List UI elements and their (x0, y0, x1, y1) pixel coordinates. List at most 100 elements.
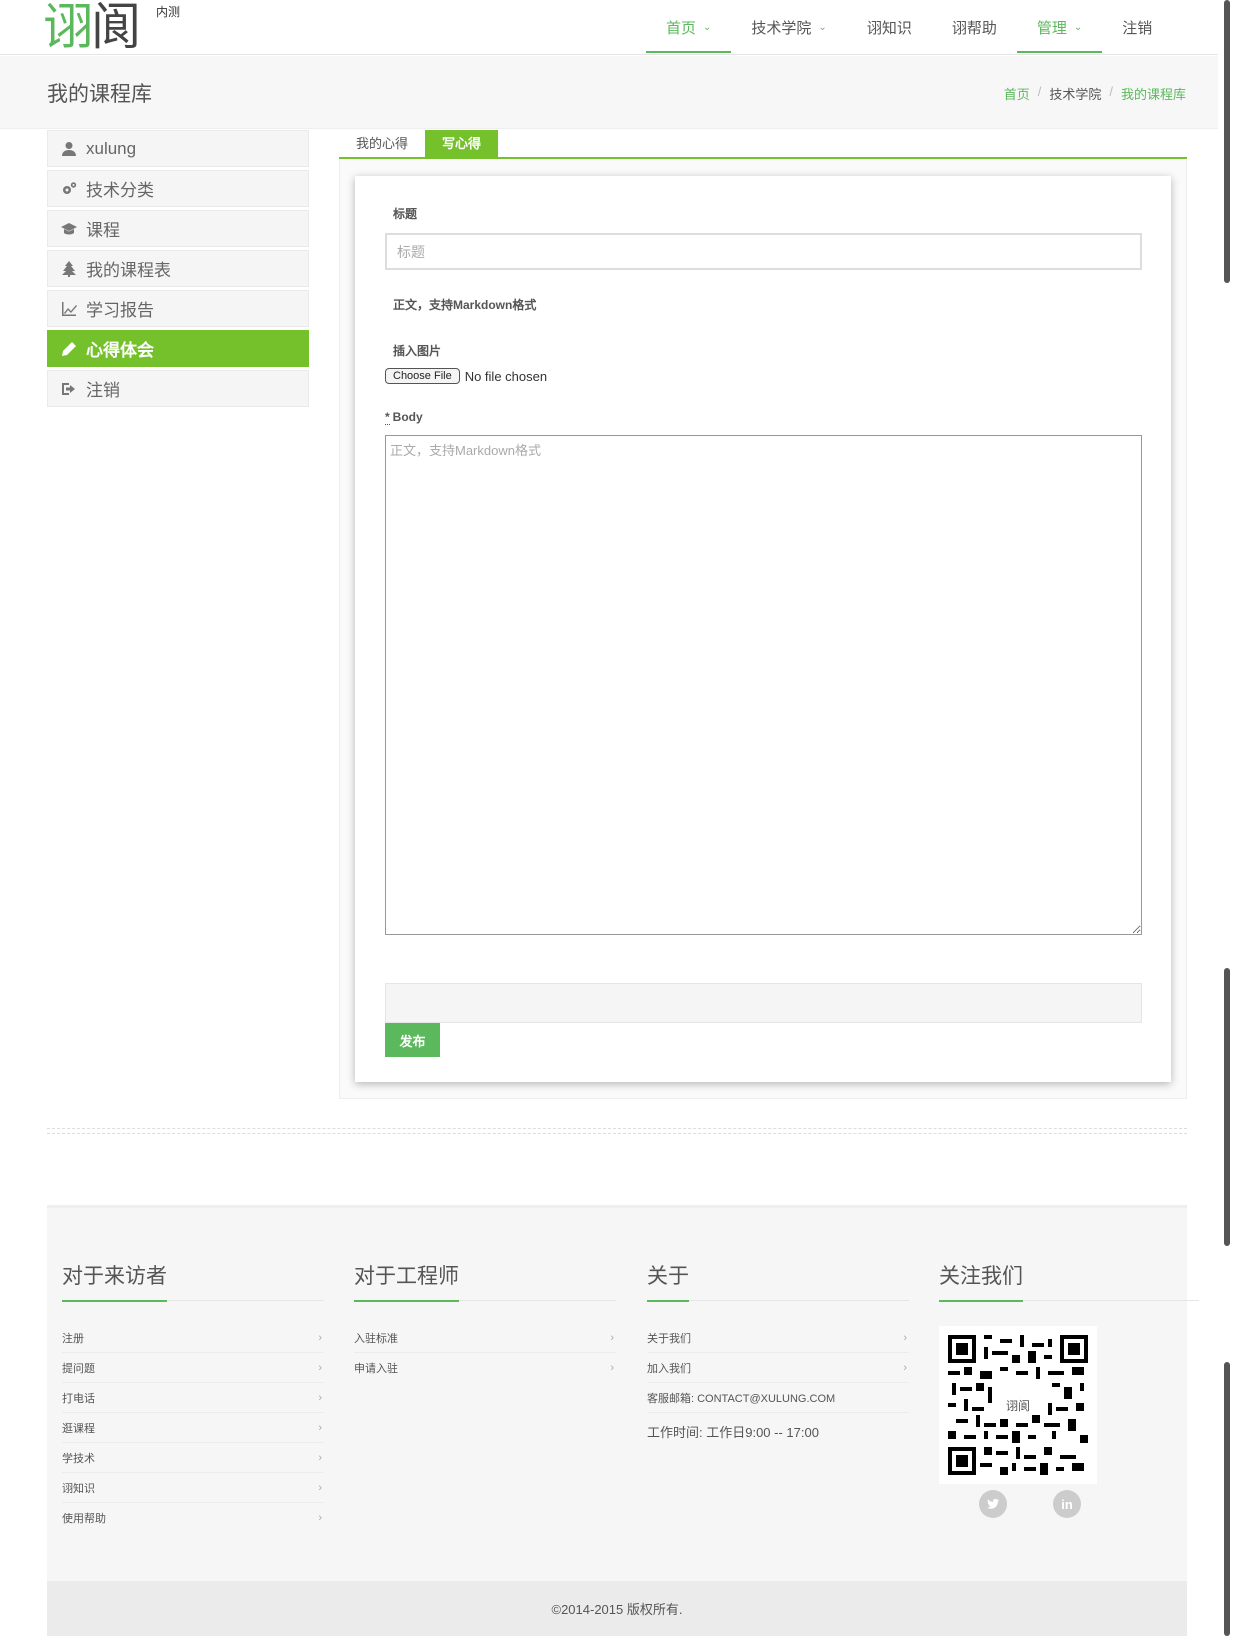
tab-write-reflection[interactable]: 写心得 (425, 130, 499, 157)
twitter-icon[interactable] (979, 1490, 1007, 1518)
nav-logout[interactable]: 注销 (1102, 0, 1172, 55)
qr-center-logo: 诩阆 (1001, 1395, 1035, 1415)
footer-link[interactable]: 学技术 › (62, 1443, 324, 1473)
insert-image-label: 插入图片 (393, 344, 442, 358)
chevron-right-icon: › (318, 1331, 322, 1344)
title-label: 标题 (393, 207, 418, 221)
footer-link[interactable]: 提问题 › (62, 1353, 324, 1383)
nav-help[interactable]: 诩帮助 (932, 0, 1017, 55)
chevron-right-icon: › (318, 1391, 322, 1404)
scrollbar-thumb[interactable] (1224, 0, 1230, 283)
nav-logout-label: 注销 (1122, 20, 1153, 37)
sidebar-item-reflections[interactable]: 心得体会 (47, 330, 309, 367)
footer: 对于来访者 注册 › 提问题 › 打电话 › 逛课程 › 学技术 › 诩知识 › 使用帮助 ›… (47, 1205, 1199, 1581)
breadcrumb-current: 我的课程库 (1120, 87, 1186, 102)
chevron-down-icon: ⌄ (818, 22, 827, 33)
nav-knowledge-label: 诩知识 (866, 20, 912, 37)
nav-knowledge[interactable]: 诩知识 (847, 0, 932, 55)
nav-home[interactable]: 首页 ⌄ (646, 0, 732, 55)
footer-link[interactable]: 使用帮助 › (62, 1503, 324, 1533)
footer-link[interactable]: 打电话 › (62, 1383, 324, 1413)
top-header: 诩阆 内测 首页 ⌄ 技术学院 ⌄ 诩知识 诩帮助 管理 ⌄ 注销 (0, 0, 1218, 55)
site-logo[interactable]: 诩阆 (43, 2, 141, 52)
nav-tech-academy-label: 技术学院 (751, 20, 812, 37)
chevron-right-icon: › (610, 1331, 614, 1344)
sign-out-icon (58, 381, 80, 397)
sidebar-item-my-schedule[interactable]: 我的课程表 (47, 250, 309, 287)
footer-link[interactable]: 入驻标准 › (354, 1323, 616, 1353)
footer-link-text: 加入我们 (647, 1362, 691, 1375)
breadcrumb-home[interactable]: 首页 (1004, 84, 1030, 103)
scrollbar-thumb[interactable] (1224, 968, 1230, 1246)
body-textarea[interactable] (385, 435, 1142, 935)
sidebar-item-study-report[interactable]: 学习报告 (47, 290, 309, 327)
footer-heading: 关注我们 (939, 1260, 1199, 1302)
choose-file-button[interactable]: Choose File (385, 368, 460, 384)
chevron-down-icon: ⌄ (1073, 22, 1083, 33)
sidebar-item-courses[interactable]: 课程 (47, 210, 309, 247)
file-upload: Choose File No file chosen (385, 368, 547, 384)
footer-col-visitors: 对于来访者 注册 › 提问题 › 打电话 › 逛课程 › 学技术 › 诩知识 › 使用帮助 › (62, 1260, 324, 1533)
beta-badge: 内测 (156, 5, 181, 19)
user-icon (58, 141, 80, 157)
pencil-icon (58, 341, 80, 357)
page-title: 我的课程库 (47, 83, 152, 106)
footer-link[interactable]: 加入我们 › (647, 1353, 909, 1383)
chevron-right-icon: › (318, 1512, 322, 1524)
sidebar-item-logout[interactable]: 注销 (47, 370, 309, 407)
chevron-right-icon: › (318, 1481, 322, 1494)
footer-links: 关于我们 › 加入我们 › 客服邮箱: CONTACT@XULUNG.COM 工作时… (647, 1323, 909, 1449)
nav-manage[interactable]: 管理 ⌄ (1016, 0, 1103, 55)
footer-link[interactable]: 诩知识 › (62, 1473, 324, 1503)
sidebar-item-user[interactable]: xulung (47, 130, 309, 167)
contact-email: 客服邮箱: CONTACT@XULUNG.COM (647, 1383, 909, 1413)
sidebar-item-label: 课程 (86, 221, 120, 240)
body-hint-label: 正文，支持Markdown格式 (393, 298, 537, 312)
footer-heading-text: 关于 (647, 1260, 689, 1302)
footer-links: 入驻标准 › 申请入驻 › (354, 1323, 616, 1383)
footer-col-follow: 关注我们 诩阆 in (939, 1260, 1199, 1518)
line-chart-icon (58, 301, 80, 317)
footer-link[interactable]: 申请入驻 › (354, 1353, 616, 1383)
copyright: ©2014-2015 版权所有. (47, 1581, 1187, 1636)
graduation-cap-icon (58, 221, 80, 237)
footer-link-text: 使用帮助 (62, 1513, 106, 1525)
main-nav: 首页 ⌄ 技术学院 ⌄ 诩知识 诩帮助 管理 ⌄ 注销 (646, 0, 1172, 55)
scrollbar-thumb[interactable] (1224, 1362, 1230, 1636)
breadcrumb-tech-academy[interactable]: 技术学院 (1049, 84, 1101, 103)
sidebar-item-label: 我的课程表 (86, 261, 171, 280)
section-divider (47, 1128, 1187, 1134)
sidebar-item-label: 学习报告 (86, 301, 154, 320)
footer-link[interactable]: 逛课程 › (62, 1413, 324, 1443)
nav-home-label: 首页 (666, 20, 697, 37)
chevron-right-icon: › (318, 1421, 322, 1434)
footer-link-text: 入驻标准 (354, 1332, 398, 1345)
breadcrumb: 首页 / 技术学院 / 我的课程库 (1004, 84, 1186, 103)
nav-help-label: 诩帮助 (951, 20, 997, 37)
footer-link-text: 打电话 (62, 1392, 95, 1405)
gears-icon (58, 181, 80, 197)
footer-link[interactable]: 注册 › (62, 1323, 324, 1353)
title-input[interactable] (385, 233, 1142, 270)
logo-char-dark: 阆 (91, 0, 141, 56)
page-title-bar: 我的课程库 首页 / 技术学院 / 我的课程库 (0, 56, 1218, 129)
footer-heading-text: 对于来访者 (62, 1260, 167, 1302)
sidebar-item-label: 技术分类 (86, 181, 154, 200)
body-label: * Body (385, 410, 423, 425)
footer-link-text: 学技术 (62, 1452, 95, 1465)
sidebar: xulung 技术分类 课程 我的课程表 学习报告 心得体会 注销 (47, 130, 309, 410)
linkedin-icon[interactable]: in (1053, 1490, 1081, 1518)
publish-button[interactable]: 发布 (385, 1023, 440, 1057)
footer-heading-text: 关注我们 (939, 1260, 1023, 1302)
footer-heading: 对于来访者 (62, 1260, 324, 1302)
sidebar-item-label: 注销 (86, 381, 120, 400)
chevron-right-icon: › (903, 1331, 907, 1344)
nav-tech-academy[interactable]: 技术学院 ⌄ (731, 0, 846, 55)
footer-link-text: 关于我们 (647, 1332, 691, 1345)
sidebar-item-tech-category[interactable]: 技术分类 (47, 170, 309, 207)
footer-link[interactable]: 关于我们 › (647, 1323, 909, 1353)
chevron-right-icon: › (318, 1451, 322, 1464)
footer-link-text: 申请入驻 (354, 1363, 398, 1375)
breadcrumb-separator: / (1037, 84, 1042, 99)
tab-my-reflections[interactable]: 我的心得 (339, 130, 425, 157)
